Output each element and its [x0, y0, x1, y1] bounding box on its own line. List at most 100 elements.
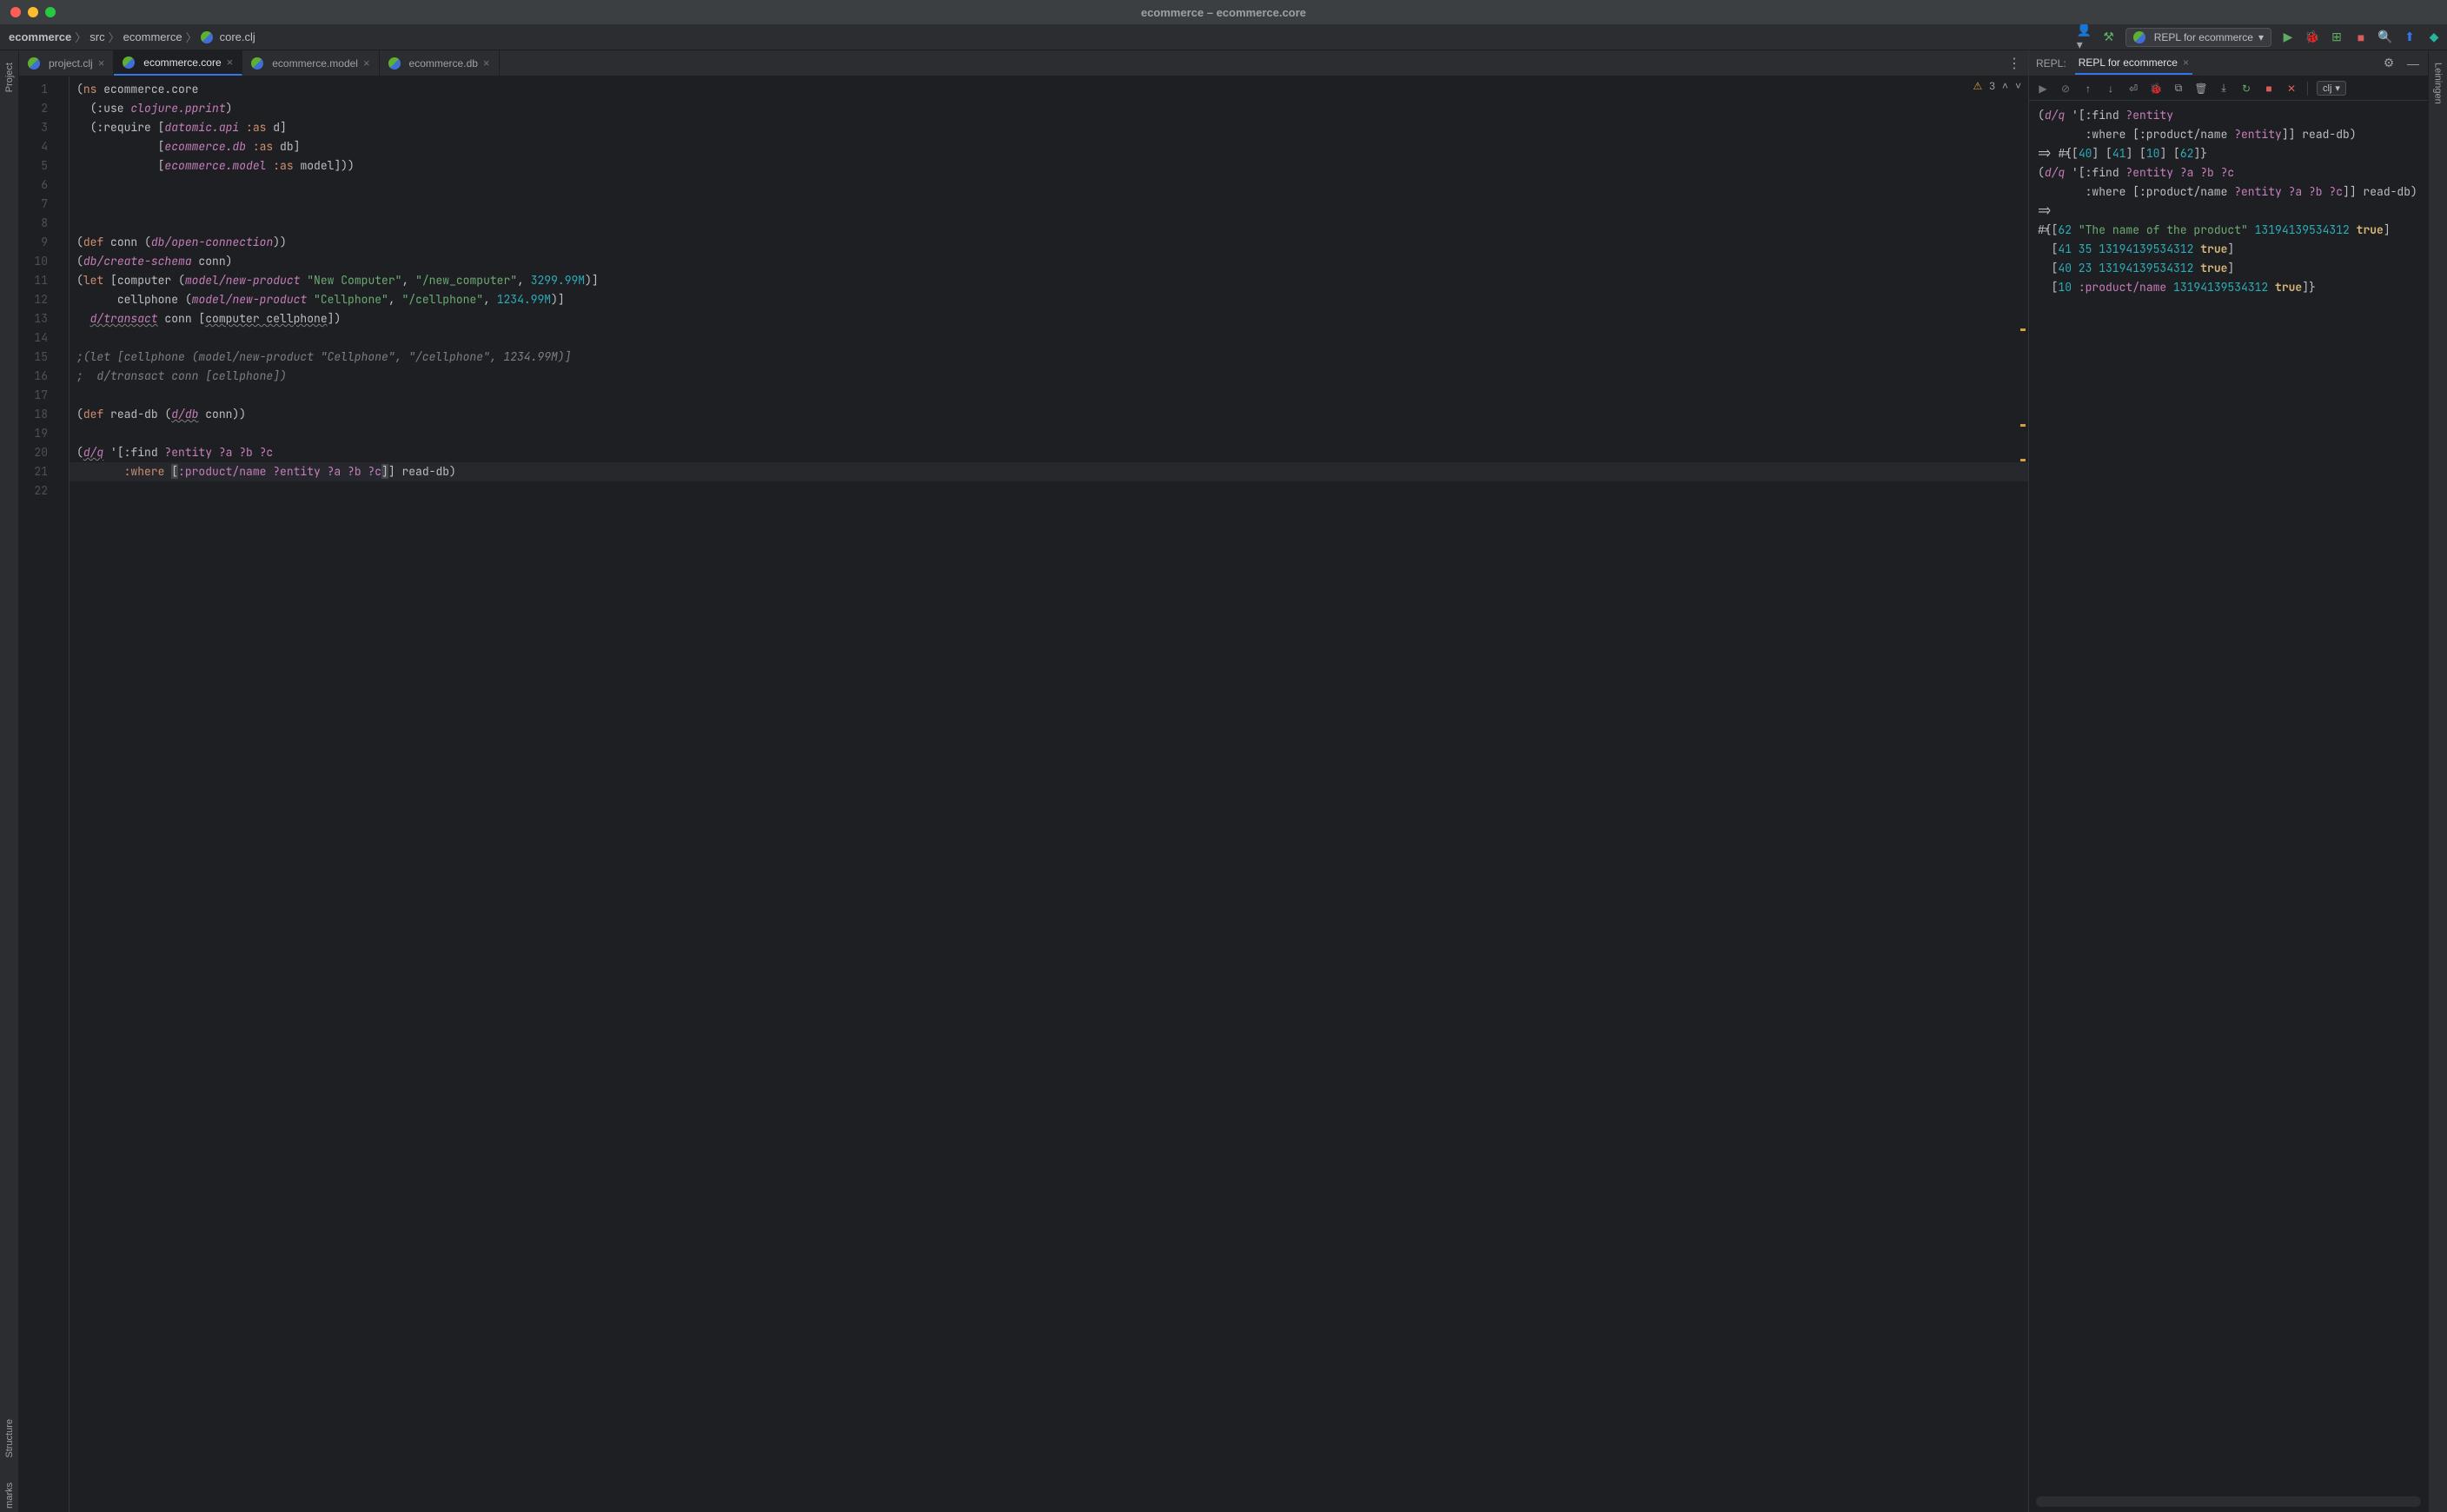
line-number[interactable]: 3 [19, 118, 69, 137]
code-line: :where [:product/name ?entity ?a ?b ?c]]… [70, 462, 2028, 481]
repl-tab[interactable]: REPL for ecommerce × [2075, 51, 2192, 75]
chevron-up-icon[interactable]: ˄ [2002, 80, 2008, 92]
repl-line: #{[62 "The name of the product" 13194139… [2038, 221, 2419, 240]
breadcrumb-src[interactable]: src [90, 30, 104, 43]
inspection-widget[interactable]: ⚠ 3 ˄ ˅ [1973, 80, 2021, 92]
repl-line: [40 23 13194139534312 true] [2038, 259, 2419, 278]
ide-services-icon[interactable]: ◆ [2426, 30, 2442, 45]
minimize-icon[interactable]: — [2405, 56, 2421, 71]
arrow-down-icon[interactable]: ↓ [2104, 82, 2118, 96]
horizontal-scrollbar[interactable] [2036, 1496, 2421, 1507]
project-toolwindow-tab[interactable]: Project [4, 59, 15, 96]
line-number[interactable]: 7 [19, 195, 69, 214]
tabs-more-icon[interactable]: ⋮ [2000, 50, 2028, 76]
run-config-select[interactable]: REPL for ecommerce ▾ [2125, 28, 2271, 47]
code-line: (:use clojure.pprint) [76, 99, 2028, 118]
clear-icon[interactable]: 🗑 [2194, 82, 2208, 96]
stop-icon[interactable]: ■ [2353, 30, 2369, 45]
stop-icon[interactable]: ■ [2262, 82, 2276, 96]
line-number[interactable]: 8 [19, 214, 69, 233]
close-icon[interactable]: × [363, 56, 370, 70]
warning-marker[interactable] [2020, 424, 2026, 427]
code-line [76, 328, 2028, 348]
editor-body: 12345678910111213141516171819202122 (ns … [19, 76, 2028, 1512]
line-number[interactable]: 14 [19, 328, 69, 348]
line-number[interactable]: 2 [19, 99, 69, 118]
line-number[interactable]: 12 [19, 290, 69, 309]
update-icon[interactable]: ⬆ [2402, 30, 2417, 45]
scroll-to-end-icon[interactable]: ⤓ [2217, 82, 2231, 96]
line-number[interactable]: 10 [19, 252, 69, 271]
code-line [76, 481, 2028, 501]
warning-marker[interactable] [2020, 328, 2026, 331]
line-number[interactable]: 16 [19, 367, 69, 386]
copy-icon[interactable]: ⧉ [2172, 82, 2185, 96]
bookmarks-toolwindow-tab[interactable]: marks [4, 1479, 15, 1512]
clojure-file-icon [123, 56, 135, 69]
line-number[interactable]: 20 [19, 443, 69, 462]
arrow-up-icon[interactable]: ↑ [2081, 82, 2095, 96]
code-line: (let [computer (model/new-product "New C… [76, 271, 2028, 290]
breadcrumb-file[interactable]: core.clj [220, 30, 255, 43]
coverage-icon[interactable]: ⊞ [2329, 30, 2344, 45]
code-area[interactable]: (ns ecommerce.core (:use clojure.pprint)… [70, 76, 2028, 1512]
close-icon[interactable]: × [227, 56, 234, 69]
breadcrumb-project[interactable]: ecommerce [9, 30, 71, 43]
line-number[interactable]: 6 [19, 176, 69, 195]
line-number[interactable]: 9 [19, 233, 69, 252]
run-icon[interactable]: ▶ [2036, 82, 2050, 96]
close-icon[interactable]: × [483, 56, 490, 70]
chevron-right-icon: 〉 [75, 29, 86, 45]
breadcrumb-pkg[interactable]: ecommerce [123, 30, 182, 43]
gear-icon[interactable]: ⚙ [2381, 56, 2397, 71]
leiningen-toolwindow-tab[interactable]: Leiningen [2433, 59, 2444, 108]
close-icon[interactable]: ✕ [2285, 82, 2298, 96]
debug-icon[interactable]: 🐞 [2304, 30, 2320, 45]
line-number[interactable]: 13 [19, 309, 69, 328]
minimize-window-button[interactable] [28, 7, 38, 17]
line-number[interactable]: 4 [19, 137, 69, 156]
code-line [76, 214, 2028, 233]
zoom-window-button[interactable] [45, 7, 56, 17]
soft-wrap-icon[interactable]: ⏎ [2126, 82, 2140, 96]
structure-toolwindow-tab[interactable]: Structure [4, 1416, 15, 1462]
repl-lang-label: clj [2323, 83, 2331, 94]
line-number[interactable]: 19 [19, 424, 69, 443]
run-icon[interactable]: ▶ [2280, 30, 2296, 45]
line-number[interactable]: 18 [19, 405, 69, 424]
line-number[interactable]: 22 [19, 481, 69, 501]
debug-icon[interactable]: 🐞 [2149, 82, 2163, 96]
repl-output[interactable]: (d/q '[:find ?entity :where [:product/na… [2029, 101, 2428, 1496]
editor-tab[interactable]: ecommerce.core× [114, 50, 242, 76]
close-window-button[interactable] [10, 7, 21, 17]
line-number[interactable]: 1 [19, 80, 69, 99]
line-number[interactable]: 5 [19, 156, 69, 176]
close-icon[interactable]: × [98, 56, 105, 70]
repl-line: :where [:product/name ?entity ?a ?b ?c]]… [2038, 182, 2419, 202]
repl-lang-select[interactable]: clj ▾ [2317, 81, 2346, 96]
editor-tab[interactable]: project.clj× [19, 50, 114, 76]
line-number[interactable]: 15 [19, 348, 69, 367]
reload-icon[interactable]: ↻ [2239, 82, 2253, 96]
warning-marker[interactable] [2020, 459, 2026, 461]
editor-tab[interactable]: ecommerce.model× [242, 50, 379, 76]
window-controls [0, 7, 56, 17]
main-area: Project Structure marks project.clj×ecom… [0, 50, 2447, 1512]
error-stripe[interactable] [2018, 76, 2028, 1512]
left-tool-rail: Project Structure marks [0, 50, 19, 1512]
editor-tab[interactable]: ecommerce.db× [380, 50, 500, 76]
warning-icon: ⚠ [1973, 80, 1983, 92]
line-number[interactable]: 21 [19, 462, 69, 481]
repl-line: => #{[40] [41] [10] [62]} [2038, 144, 2419, 163]
line-number[interactable]: 17 [19, 386, 69, 405]
chevron-down-icon: ▾ [2335, 83, 2340, 94]
right-tool-rail: Leiningen [2428, 50, 2447, 1512]
stop-circle-icon[interactable]: ⊘ [2059, 82, 2072, 96]
line-number[interactable]: 11 [19, 271, 69, 290]
build-hammer-icon[interactable]: ⚒ [2101, 30, 2117, 45]
editor-pane: project.clj×ecommerce.core×ecommerce.mod… [19, 50, 2028, 1512]
search-icon[interactable]: 🔍 [2377, 30, 2393, 45]
close-icon[interactable]: × [2183, 56, 2189, 69]
code-line: ;(let [cellphone (model/new-product "Cel… [76, 348, 2028, 367]
user-dropdown-icon[interactable]: 👤▾ [2077, 30, 2092, 45]
